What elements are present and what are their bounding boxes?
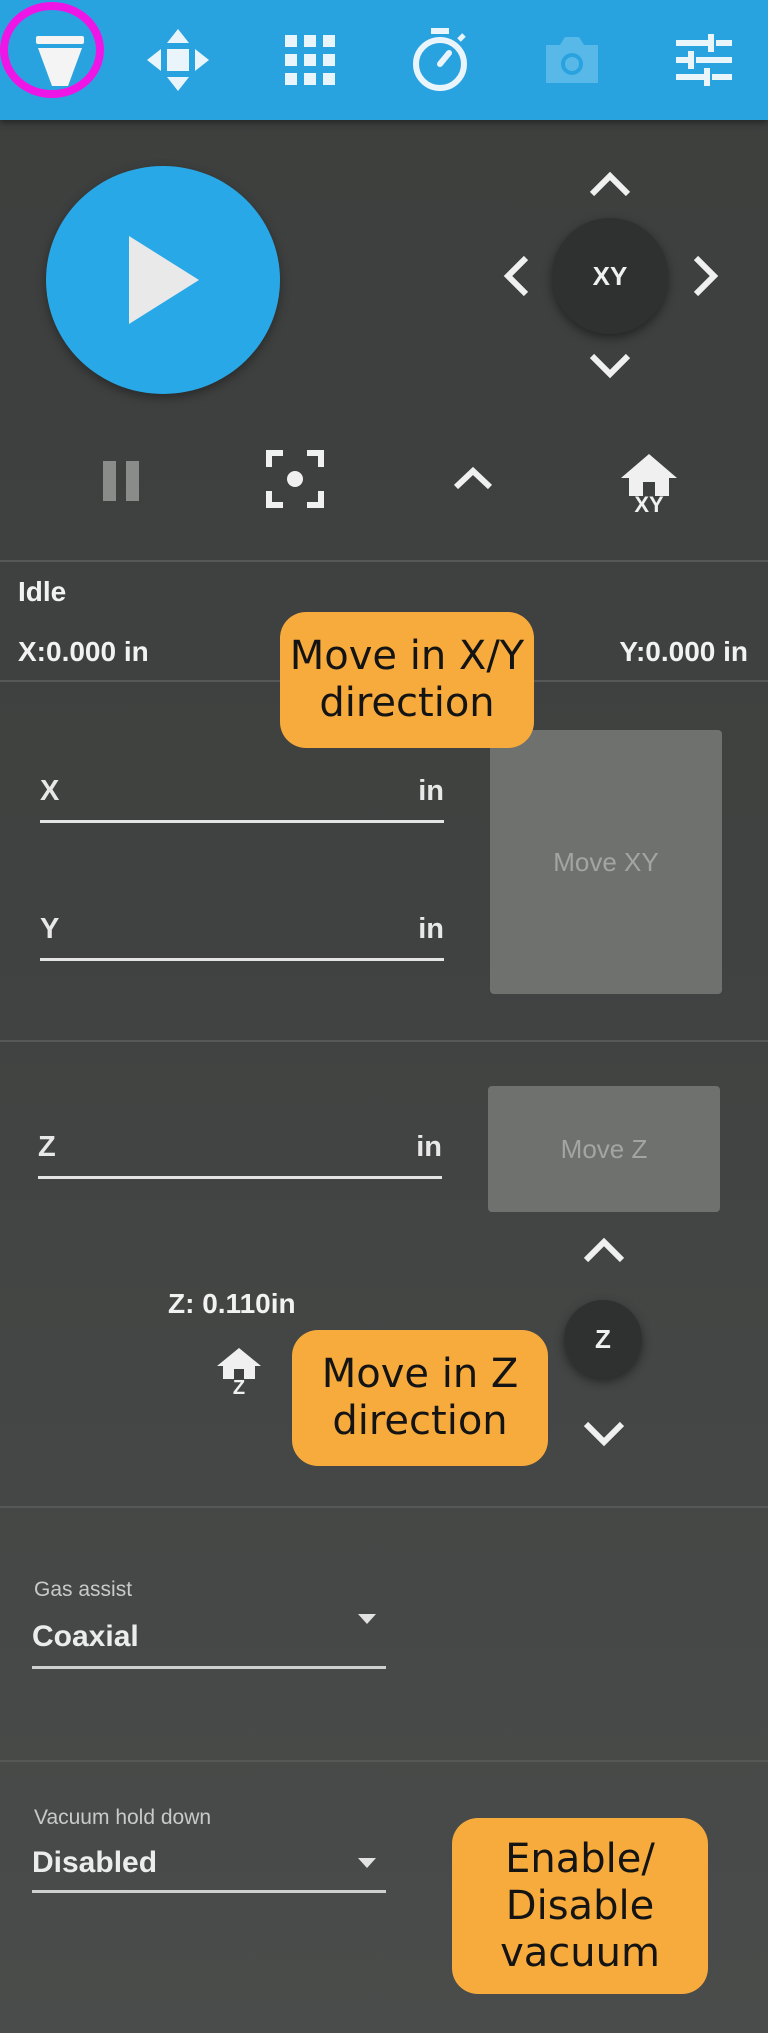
camera-icon — [546, 37, 598, 83]
z-field-unit: in — [416, 1131, 442, 1163]
jog-z-center[interactable]: Z — [564, 1300, 642, 1378]
raise-head-button[interactable] — [428, 434, 518, 524]
tab-grid[interactable] — [250, 0, 370, 120]
start-job-button[interactable] — [46, 166, 280, 394]
jog-xy-center[interactable]: XY — [552, 218, 668, 334]
callout-vacuum: Enable/ Disable vacuum — [452, 1818, 708, 1994]
tab-timer[interactable] — [380, 0, 500, 120]
callout-move-xy: Move in X/Y direction — [280, 612, 534, 748]
dropdown-arrow-icon — [358, 1858, 376, 1868]
callout-vac-line2: Disable — [505, 1882, 655, 1929]
jog-z-down-button[interactable] — [582, 1418, 626, 1448]
pause-icon — [103, 461, 139, 501]
highlight-circle — [0, 2, 104, 98]
jog-x-plus-button[interactable] — [690, 254, 720, 298]
vacuum-value: Disabled — [32, 1846, 158, 1879]
top-toolbar — [0, 0, 768, 120]
x-field-unit: in — [418, 775, 444, 807]
tab-camera[interactable] — [512, 0, 632, 120]
divider — [0, 1040, 768, 1042]
z-field-label: Z — [38, 1131, 56, 1163]
jog-y-minus-button[interactable] — [588, 350, 632, 380]
callout-z-line2: direction — [332, 1398, 508, 1444]
vacuum-label: Vacuum hold down — [34, 1806, 212, 1829]
callout-vac-line1: Enable/ — [505, 1835, 655, 1882]
select-underline — [32, 1890, 386, 1893]
move-arrows-icon — [147, 29, 209, 91]
focus-button[interactable] — [250, 434, 340, 524]
divider — [0, 1506, 768, 1508]
move-z-button[interactable]: Move Z — [488, 1086, 720, 1212]
y-field-unit: in — [418, 913, 444, 945]
home-icon — [621, 454, 677, 496]
divider — [0, 1760, 768, 1762]
home-icon — [217, 1347, 261, 1379]
x-position-readout: X:0.000 in — [18, 636, 149, 667]
y-field-label: Y — [40, 913, 60, 945]
settings-sliders-icon — [676, 34, 732, 86]
laser-control-panel: XY XY Idle X:0.000 in Y:0.000 in X in Y … — [0, 0, 768, 2033]
chevron-up-icon — [453, 466, 493, 490]
y-input-field[interactable]: Y in — [40, 898, 444, 961]
y-position-readout: Y:0.000 in — [619, 636, 748, 667]
tab-settings[interactable] — [644, 0, 764, 120]
stopwatch-icon — [413, 28, 467, 91]
x-input-field[interactable]: X in — [40, 760, 444, 823]
pause-button[interactable] — [76, 436, 166, 526]
home-z-label: Z — [232, 1376, 246, 1399]
jog-z-up-button[interactable] — [582, 1236, 626, 1266]
home-xy-label: XY — [634, 492, 664, 517]
grid-icon — [285, 35, 335, 85]
z-input-field[interactable]: Z in — [38, 1116, 442, 1179]
x-field-label: X — [40, 775, 60, 807]
callout-vac-line3: vacuum — [500, 1929, 660, 1976]
callout-z-line1: Move in Z — [321, 1351, 519, 1397]
home-z-button[interactable]: Z — [194, 1338, 284, 1408]
callout-xy-line1: Move in X/Y — [289, 633, 525, 679]
callout-xy-line2: direction — [319, 680, 495, 726]
move-xy-button[interactable]: Move XY — [490, 730, 722, 994]
dropdown-arrow-icon — [358, 1614, 376, 1624]
machine-state: Idle — [18, 576, 67, 607]
jog-y-plus-button[interactable] — [588, 170, 632, 200]
divider — [0, 560, 768, 562]
gas-assist-label: Gas assist — [34, 1578, 133, 1601]
focus-target-icon — [266, 450, 324, 508]
play-icon — [129, 236, 199, 324]
select-underline — [32, 1666, 386, 1669]
gas-assist-value: Coaxial — [32, 1620, 139, 1653]
callout-move-z: Move in Z direction — [292, 1330, 548, 1466]
tab-move[interactable] — [118, 0, 238, 120]
z-position-readout: Z: 0.110in — [168, 1288, 296, 1319]
home-xy-button[interactable]: XY — [604, 440, 694, 530]
jog-x-minus-button[interactable] — [502, 254, 532, 298]
